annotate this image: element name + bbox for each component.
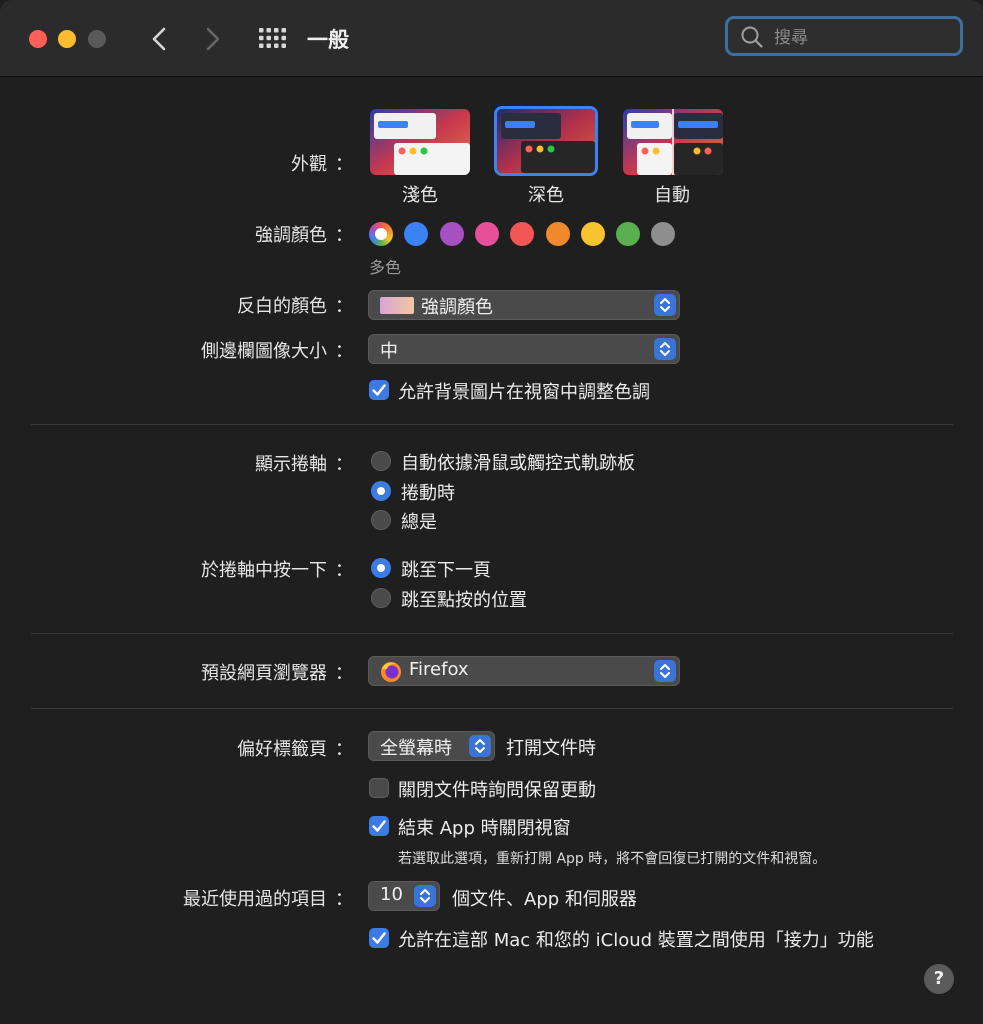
updown-chevron-icon	[660, 298, 670, 312]
checkmark-icon	[372, 932, 386, 944]
sidebar-icon-size-popup[interactable]: 中	[368, 334, 680, 364]
recent-items-value: 10	[380, 884, 403, 905]
scroll-click-position-radio[interactable]	[371, 588, 391, 608]
accent-multicolor-swatch[interactable]	[369, 222, 393, 246]
firefox-icon	[381, 662, 401, 682]
scrollbars-auto-radio[interactable]	[371, 451, 391, 471]
accent-graphite-swatch[interactable]	[651, 222, 675, 246]
grid-icon	[259, 28, 286, 48]
checkmark-icon	[372, 820, 386, 832]
prefer-tabs-value: 全螢幕時	[380, 738, 452, 759]
ask-keep-changes-checkbox[interactable]	[369, 778, 389, 798]
sidebar-icon-size-value: 中	[380, 341, 398, 362]
accent-blue-swatch[interactable]	[404, 222, 428, 246]
selected-dot-icon	[375, 228, 387, 240]
accent-pink-swatch[interactable]	[475, 222, 499, 246]
ask-keep-changes-label: 關閉文件時詢問保留更動	[398, 780, 596, 801]
appearance-auto-caption: 自動	[654, 185, 690, 206]
auto-appearance-preview-icon	[623, 109, 723, 175]
scroll-click-next-page-radio[interactable]	[371, 558, 391, 578]
highlight-color-value: 強調顏色	[421, 297, 493, 318]
highlight-color-popup[interactable]: 強調顏色	[368, 290, 680, 320]
accent-yellow-swatch[interactable]	[581, 222, 605, 246]
browser-popup-stepper	[654, 660, 676, 682]
recent-items-label: 最近使用過的項目：	[183, 889, 353, 910]
scrollbars-auto-label: 自動依據滑鼠或觸控式軌跡板	[401, 453, 635, 474]
recent-items-popup[interactable]: 10	[368, 881, 440, 911]
default-browser-label: 預設網頁瀏覽器：	[201, 663, 353, 684]
close-windows-note: 若選取此選項，重新打開 App 時，將不會回復已打開的文件和視窗。	[398, 851, 827, 867]
updown-chevron-icon	[420, 889, 430, 903]
chevron-right-icon	[206, 27, 220, 51]
appearance-dark-thumbnail[interactable]	[494, 106, 598, 176]
wallpaper-tint-label: 允許背景圖片在視窗中調整色調	[398, 382, 650, 403]
scroll-click-label: 於捲軸中按一下：	[201, 560, 353, 581]
wallpaper-tint-checkbox[interactable]	[369, 380, 389, 400]
default-browser-popup[interactable]: Firefox	[368, 656, 680, 686]
checkmark-icon	[372, 384, 386, 396]
accent-caption: 多色	[369, 258, 402, 277]
search-field[interactable]	[725, 16, 963, 56]
highlight-swatch-icon	[380, 297, 414, 314]
tabs-popup-stepper	[469, 735, 491, 757]
updown-chevron-icon	[475, 739, 485, 753]
zoom-window-button[interactable]	[88, 30, 106, 48]
prefer-tabs-popup[interactable]: 全螢幕時	[368, 731, 495, 761]
scroll-click-next-page-label: 跳至下一頁	[401, 560, 491, 581]
prefer-tabs-label: 偏好標籤頁：	[237, 739, 353, 760]
section-divider	[31, 708, 953, 709]
forward-button[interactable]	[201, 24, 225, 54]
appearance-light-thumbnail[interactable]	[370, 109, 470, 175]
section-divider	[31, 633, 953, 634]
window-title: 一般	[307, 28, 349, 52]
appearance-auto-thumbnail[interactable]	[623, 109, 723, 175]
default-browser-value: Firefox	[409, 659, 469, 680]
chevron-left-icon	[152, 27, 166, 51]
appearance-label: 外觀：	[291, 154, 353, 175]
recent-items-suffix: 個文件、App 和伺服器	[452, 889, 637, 910]
dark-appearance-preview-icon	[497, 109, 595, 173]
search-icon	[741, 26, 763, 48]
handoff-checkbox[interactable]	[369, 928, 389, 948]
updown-chevron-icon	[660, 342, 670, 356]
close-windows-label: 結束 App 時關閉視窗	[398, 818, 571, 839]
highlight-color-label: 反白的顏色：	[237, 296, 353, 317]
highlight-popup-stepper	[654, 294, 676, 316]
toolbar: 一般	[0, 0, 983, 77]
sidebar-popup-stepper	[654, 338, 676, 360]
sidebar-icon-size-label: 側邊欄圖像大小：	[201, 341, 353, 362]
back-button[interactable]	[148, 24, 172, 54]
accent-orange-swatch[interactable]	[546, 222, 570, 246]
accent-color-label: 強調顏色：	[255, 225, 353, 246]
help-button[interactable]: ?	[924, 964, 954, 994]
updown-chevron-icon	[660, 664, 670, 678]
preferences-window: 一般 外觀：	[0, 0, 983, 1024]
minimize-window-button[interactable]	[58, 30, 76, 48]
handoff-label: 允許在這部 Mac 和您的 iCloud 裝置之間使用「接力」功能	[398, 930, 874, 951]
scrollbars-scrolling-label: 捲動時	[401, 483, 455, 504]
accent-green-swatch[interactable]	[616, 222, 640, 246]
appearance-light-caption: 淺色	[402, 185, 438, 206]
scrollbars-always-label: 總是	[401, 512, 437, 533]
show-scrollbars-label: 顯示捲軸：	[255, 454, 353, 475]
scrollbars-always-radio[interactable]	[371, 510, 391, 530]
prefer-tabs-suffix: 打開文件時	[506, 738, 596, 759]
scrollbars-scrolling-radio[interactable]	[371, 481, 391, 501]
show-all-grid-button[interactable]	[258, 27, 288, 49]
close-window-button[interactable]	[29, 30, 47, 48]
appearance-dark-caption: 深色	[528, 185, 564, 206]
section-divider	[31, 424, 953, 425]
recent-popup-stepper	[414, 885, 436, 907]
scroll-click-position-label: 跳至點按的位置	[401, 590, 527, 611]
accent-red-swatch[interactable]	[510, 222, 534, 246]
light-appearance-preview-icon	[370, 109, 470, 175]
search-input[interactable]	[772, 24, 956, 52]
accent-purple-swatch[interactable]	[440, 222, 464, 246]
close-windows-checkbox[interactable]	[369, 816, 389, 836]
